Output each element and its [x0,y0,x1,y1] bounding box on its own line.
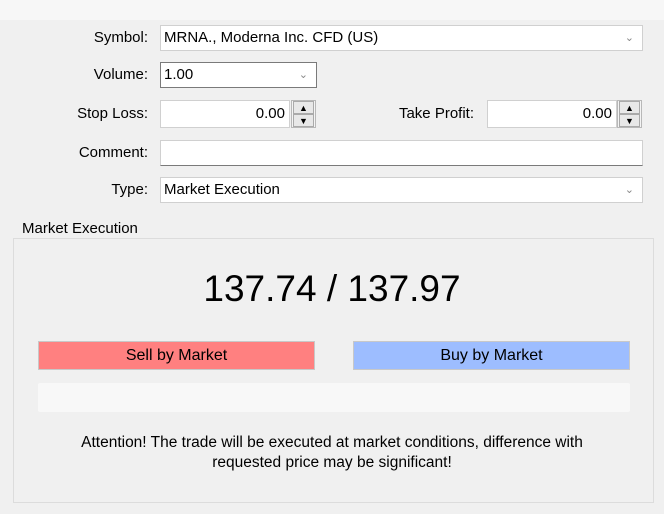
chevron-down-icon: ⌄ [624,32,634,44]
arrow-down-icon[interactable]: ▼ [293,114,314,127]
type-label: Type: [111,181,148,198]
arrow-up-icon[interactable]: ▲ [293,101,314,114]
arrow-up-icon[interactable]: ▲ [619,101,640,114]
symbol-label: Symbol: [93,29,148,46]
attention-note: Attention! The trade will be executed at… [0,433,664,473]
volume-label: Volume: [93,66,148,83]
take-profit-spinner[interactable]: ▲ ▼ [617,100,642,128]
arrow-down-icon[interactable]: ▼ [619,114,640,127]
symbol-dropdown[interactable]: MRNA., Moderna Inc. CFD (US) ⌄ [160,25,643,51]
top-strip [0,0,664,20]
group-title: Market Execution [20,220,140,237]
volume-value: 1.00 [164,66,194,83]
comment-label: Comment: [78,144,148,161]
take-profit-label: Take Profit: [398,105,474,122]
attention-line-1: Attention! The trade will be executed at… [81,434,583,451]
chevron-down-icon: ⌄ [624,184,634,196]
stop-loss-spinner[interactable]: ▲ ▼ [291,100,316,128]
stop-loss-label: Stop Loss: [77,105,148,122]
take-profit-input[interactable]: 0.00 [487,100,617,128]
stop-loss-input[interactable]: 0.00 [160,100,290,128]
status-bar [38,383,630,412]
bid-ask-price: 137.74 / 137.97 [203,268,461,309]
sell-by-market-button[interactable]: Sell by Market [38,341,315,370]
volume-dropdown[interactable]: 1.00 ⌄ [160,62,317,88]
type-value: Market Execution [164,181,280,198]
comment-input[interactable] [160,140,643,166]
buy-by-market-button[interactable]: Buy by Market [353,341,630,370]
type-dropdown[interactable]: Market Execution ⌄ [160,177,643,203]
chevron-down-icon: ⌄ [298,69,308,81]
attention-line-2: requested price may be significant! [212,454,452,471]
symbol-value: MRNA., Moderna Inc. CFD (US) [164,29,379,46]
